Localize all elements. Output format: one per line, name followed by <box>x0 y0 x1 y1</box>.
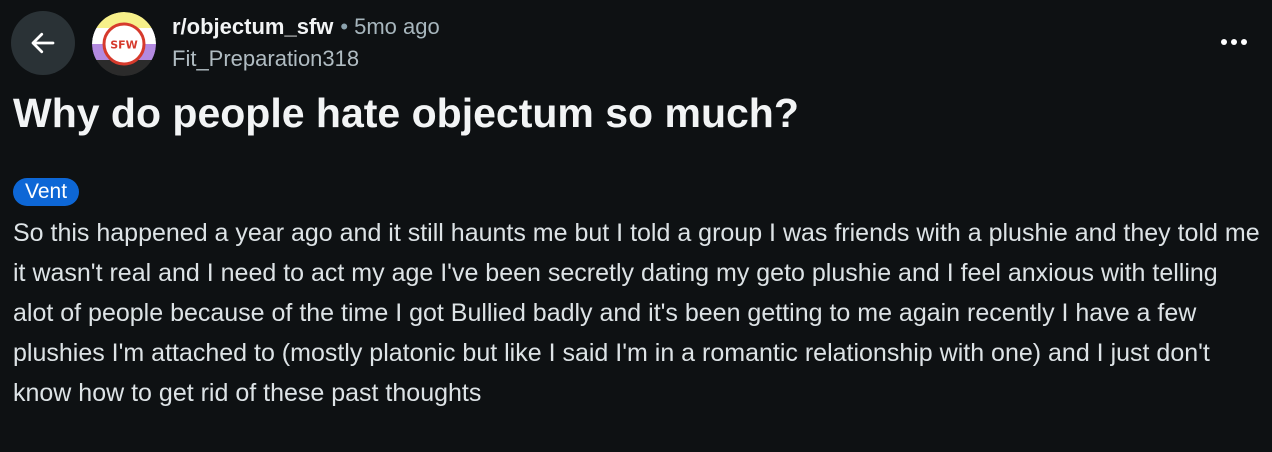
post-title: Why do people hate objectum so much? <box>13 90 799 136</box>
more-options-button[interactable] <box>1216 28 1252 56</box>
arrow-left-icon <box>31 32 55 54</box>
svg-text:SFW: SFW <box>110 39 138 52</box>
post-meta: r/objectum_sfw • 5mo ago <box>172 12 440 42</box>
meta-separator: • <box>340 14 349 39</box>
author-link[interactable]: Fit_Preparation318 <box>172 44 359 74</box>
post-body: So this happened a year ago and it still… <box>13 219 1260 407</box>
back-button[interactable] <box>11 11 75 75</box>
sfw-badge-icon: SFW <box>92 12 156 76</box>
subreddit-link[interactable]: r/objectum_sfw <box>172 14 333 40</box>
post-flair[interactable]: Vent <box>13 178 80 206</box>
subreddit-avatar[interactable]: SFW <box>92 12 156 76</box>
more-horizontal-icon <box>1221 39 1247 45</box>
post-time: 5mo ago <box>354 14 440 39</box>
